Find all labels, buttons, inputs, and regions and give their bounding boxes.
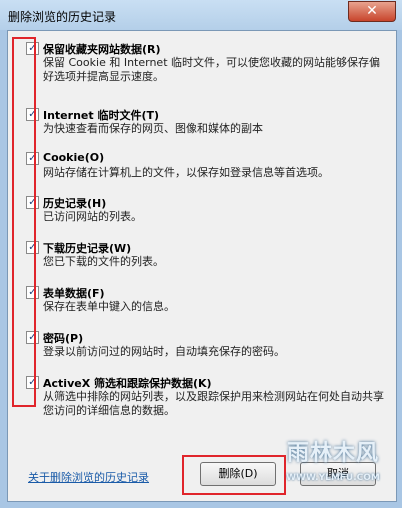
option-description: 网站存储在计算机上的文件，以保存如登录信息等首选项。 [43, 166, 329, 179]
option-description: 已访问网站的列表。 [43, 210, 142, 223]
option-description: 保留 Cookie 和 Internet 临时文件，可以使您收藏的网站能够保存偏… [43, 56, 380, 83]
close-icon: ✕ [366, 3, 378, 19]
checkbox-download-history[interactable]: ✓ [26, 241, 39, 254]
watermark-text: 雨林木风 [286, 441, 379, 466]
close-button[interactable]: ✕ [348, 1, 396, 22]
option-title: 历史记录(H) [43, 197, 107, 210]
checkbox-activex-tracking[interactable]: ✓ [26, 376, 39, 389]
title-bar: 删除浏览的历史记录 ✕ [0, 0, 402, 30]
option-title: 密码(P) [43, 332, 84, 345]
checkbox-cookies[interactable]: ✓ [26, 152, 39, 165]
option-title: Cookie(O) [43, 151, 105, 164]
checkbox-preserve-favorites[interactable]: ✓ [26, 42, 39, 55]
option-description: 保存在表单中键入的信息。 [43, 300, 175, 313]
option-title: 表单数据(F) [43, 287, 105, 300]
option-title: ActiveX 筛选和跟踪保护数据(K) [43, 377, 212, 390]
about-delete-history-link[interactable]: 关于删除浏览的历史记录 [28, 469, 149, 485]
option-description: 登录以前访问过的网站时，自动填充保存的密码。 [43, 345, 285, 358]
option-title: Internet 临时文件(T) [43, 109, 160, 122]
checkbox-history[interactable]: ✓ [26, 196, 39, 209]
watermark-logo: 雨林木风 WWW.YLMFU.COM [272, 427, 394, 499]
option-description: 从筛选中排除的网站列表，以及跟踪保护用来检测网站在何处自动共享您访问的详细信息的… [43, 390, 384, 417]
window-title: 删除浏览的历史记录 [8, 10, 117, 24]
option-title: 下载历史记录(W) [43, 242, 132, 255]
option-description: 您已下载的文件的列表。 [43, 255, 164, 268]
option-description: 为快速查看而保存的网页、图像和媒体的副本 [43, 122, 263, 135]
delete-button[interactable]: 删除(D) [200, 462, 276, 486]
option-title: 保留收藏夹网站数据(R) [43, 43, 161, 56]
checkbox-form-data[interactable]: ✓ [26, 286, 39, 299]
highlight-box-checkboxes [12, 37, 36, 407]
checkbox-passwords[interactable]: ✓ [26, 331, 39, 344]
checkbox-temp-files[interactable]: ✓ [26, 108, 39, 121]
watermark-url: WWW.YLMFU.COM [286, 473, 380, 483]
